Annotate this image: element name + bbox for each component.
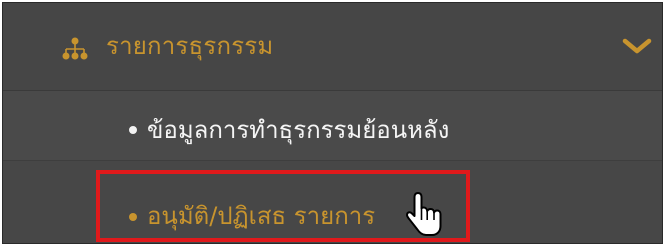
- menu-item-label: ข้อมูลการทำธุรกรรมย้อนหลัง: [147, 116, 450, 144]
- menu-header-transactions[interactable]: รายการธุรกรรม: [3, 3, 662, 91]
- chevron-down-icon[interactable]: [622, 35, 652, 57]
- hand-pointer-icon: [406, 192, 442, 236]
- menu-item-transaction-history[interactable]: ข้อมูลการทำธุรกรรมย้อนหลัง: [3, 91, 662, 161]
- menu-title: รายการธุรกรรม: [106, 32, 274, 60]
- bullet-icon: [129, 126, 137, 134]
- hierarchy-icon: [62, 37, 88, 60]
